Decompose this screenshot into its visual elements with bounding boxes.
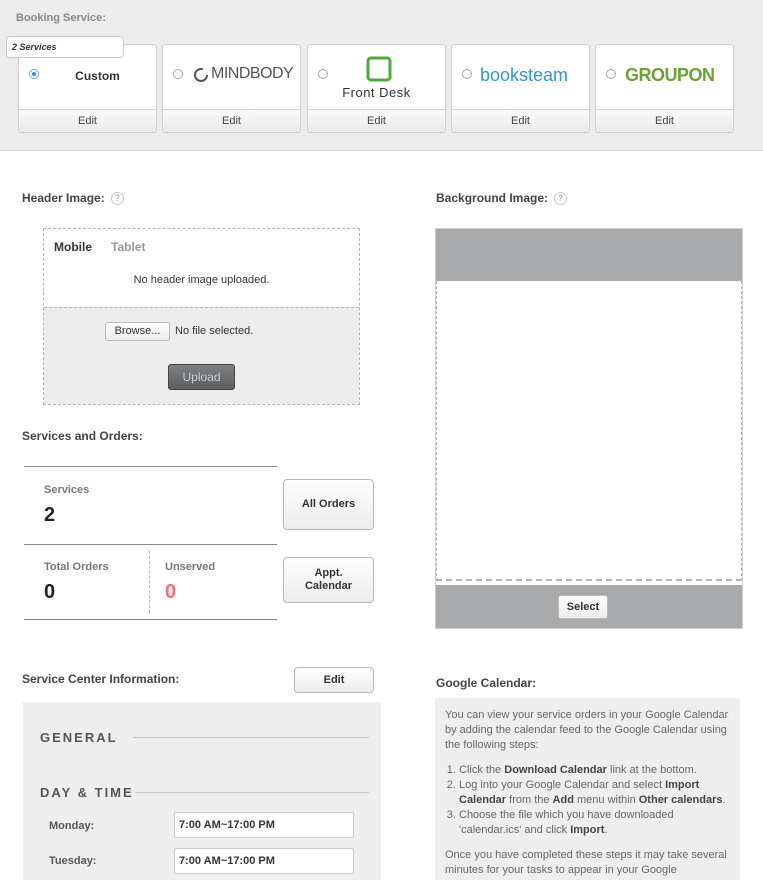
unserved-label: Unserved <box>165 561 216 573</box>
divider <box>24 466 277 467</box>
all-orders-button[interactable]: All Orders <box>283 479 374 530</box>
tab-mobile[interactable]: Mobile <box>54 240 92 254</box>
google-calendar-outro: Once you have completed these steps it m… <box>445 849 727 876</box>
background-image-title: Background Image: <box>436 191 549 205</box>
service-center-panel: GENERAL DAY & TIME Monday: 7:00 AM~17:00… <box>23 702 381 880</box>
divider <box>135 792 369 793</box>
header-image-heading: Header Image:? <box>22 191 124 206</box>
total-orders-count: 0 <box>44 581 56 603</box>
tab-tablet[interactable]: Tablet <box>111 240 145 254</box>
help-icon[interactable]: ? <box>110 192 124 206</box>
groupon-logo: GROUPON <box>625 65 715 85</box>
no-header-image-text: No header image uploaded. <box>133 274 270 286</box>
header-image-panel: Mobile Tablet No header image uploaded. … <box>43 228 360 405</box>
services-count: 2 <box>44 504 56 526</box>
step-item: Click the Download Calendar link at the … <box>459 763 730 778</box>
step-item: Choose the file which you have downloade… <box>459 808 730 838</box>
services-orders-title: Services and Orders: <box>22 429 143 443</box>
step-item: Log into your Google Calendar and select… <box>459 778 730 808</box>
google-calendar-intro: You can view your service orders in your… <box>445 709 729 751</box>
service-card-mindbody[interactable]: MINDBODY Edit <box>162 44 301 133</box>
divider <box>133 737 369 738</box>
upload-button[interactable]: Upload <box>168 364 235 390</box>
service-card-groupon[interactable]: GROUPON Edit <box>595 44 734 133</box>
preview-header-bar <box>436 229 742 281</box>
booking-service-label: Booking Service: <box>16 12 106 24</box>
divider <box>24 544 277 545</box>
edit-custom-button[interactable]: Edit <box>19 109 156 132</box>
google-calendar-title: Google Calendar: <box>436 676 537 690</box>
edit-frontdesk-button[interactable]: Edit <box>308 109 445 132</box>
appt-calendar-button[interactable]: Appt. Calendar <box>283 557 374 603</box>
tuesday-hours-field[interactable]: 7:00 AM~17:00 PM <box>174 848 354 874</box>
divider <box>24 619 277 620</box>
total-orders-label: Total Orders <box>44 561 109 573</box>
appt-calendar-label-line1: Appt. <box>314 567 343 579</box>
preview-content-area <box>436 281 742 581</box>
select-background-button[interactable]: Select <box>558 595 608 619</box>
mindbody-logo: MINDBODY <box>163 45 300 109</box>
google-calendar-instructions: You can view your service orders in your… <box>435 698 740 880</box>
service-card-frontdesk[interactable]: Front Desk Edit <box>307 44 446 133</box>
unserved-count: 0 <box>165 581 177 603</box>
services-count-badge: 2 Services <box>6 36 124 58</box>
service-center-title: Service Center Information: <box>22 672 180 686</box>
divider <box>149 551 150 613</box>
monday-hours-field[interactable]: 7:00 AM~17:00 PM <box>174 812 354 838</box>
background-image-preview: Select <box>435 228 743 629</box>
service-card-booksteam[interactable]: booksteam Edit <box>451 44 590 133</box>
help-icon[interactable]: ? <box>554 192 568 206</box>
edit-booksteam-button[interactable]: Edit <box>452 109 589 132</box>
frontdesk-logo: Front Desk <box>308 45 445 109</box>
booksteam-logo: booksteam <box>480 65 569 85</box>
services-label: Services <box>44 484 90 496</box>
google-calendar-steps: Click the Download Calendar link at the … <box>445 763 730 838</box>
day-label-tuesday: Tuesday: <box>49 855 97 867</box>
edit-groupon-button[interactable]: Edit <box>596 109 733 132</box>
mindbody-ring-icon <box>194 68 208 82</box>
service-center-edit-button[interactable]: Edit <box>294 667 374 693</box>
file-status-text: No file selected. <box>175 325 254 337</box>
background-image-heading: Background Image:? <box>436 191 568 206</box>
appt-calendar-label-line2: Calendar <box>304 580 353 592</box>
header-image-title: Header Image: <box>22 191 105 205</box>
frontdesk-square-icon <box>366 56 392 82</box>
day-label-monday: Monday: <box>49 820 95 832</box>
day-time-heading: DAY & TIME <box>40 785 134 800</box>
general-heading: GENERAL <box>40 730 118 745</box>
edit-mindbody-button[interactable]: Edit <box>163 109 300 132</box>
browse-button[interactable]: Browse... <box>105 322 170 341</box>
